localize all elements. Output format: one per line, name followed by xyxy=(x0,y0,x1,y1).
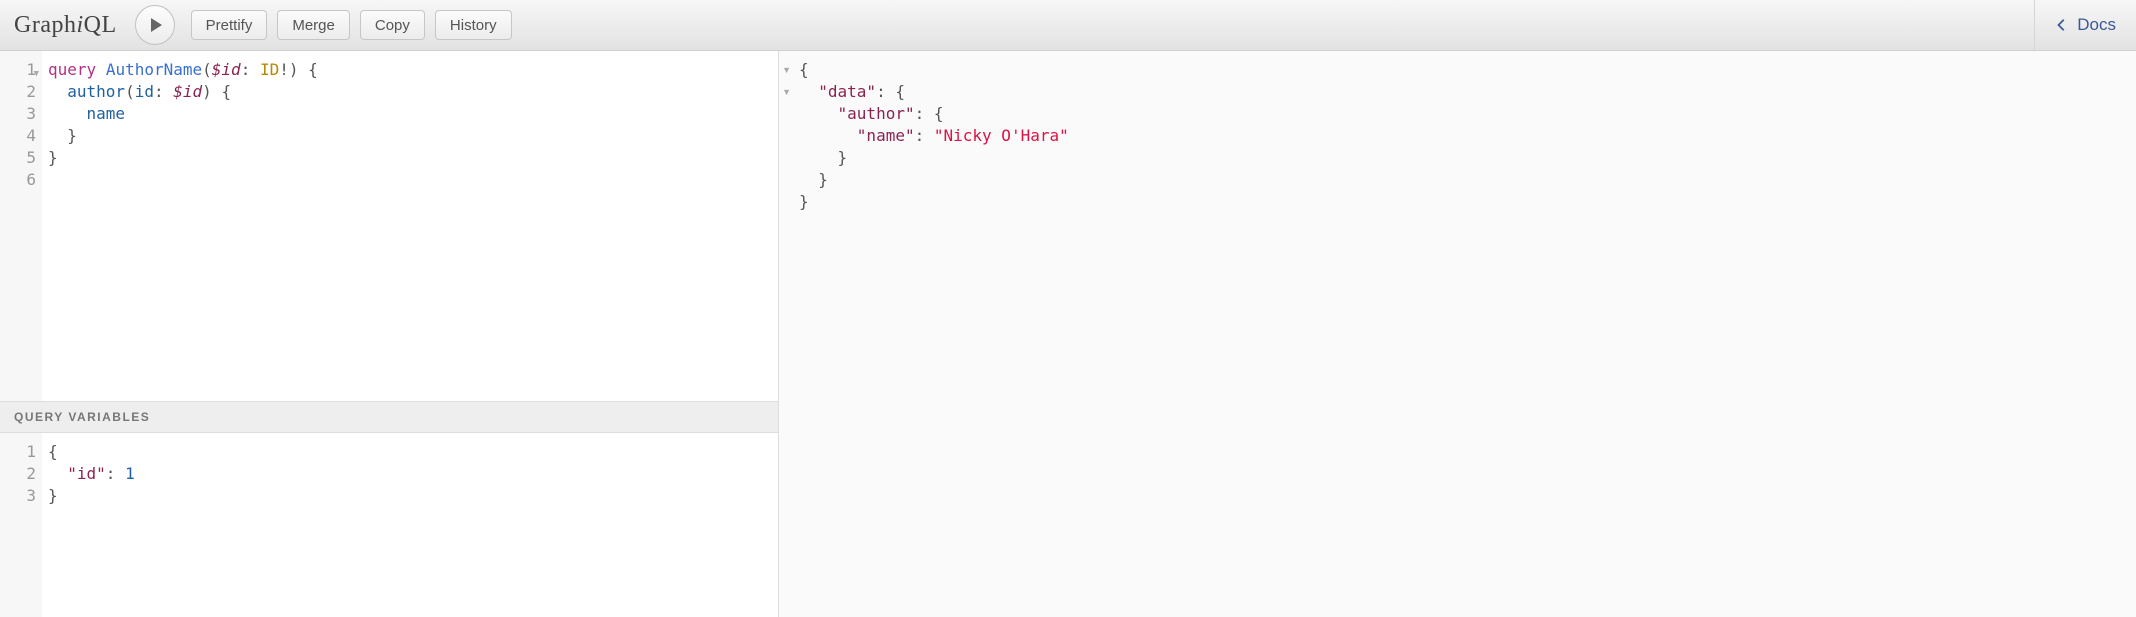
query-editor[interactable]: 1▼ 2 3 4 5 6 query AuthorName($id: ID!) … xyxy=(0,51,778,401)
vars-code[interactable]: { "id": 1 } xyxy=(42,433,778,617)
app-logo: GraphiQL xyxy=(14,12,117,39)
left-pane: 1▼ 2 3 4 5 6 query AuthorName($id: ID!) … xyxy=(0,51,779,617)
result-pane: ▼ ▼ { "data": { "author": { "name": "Nic… xyxy=(779,51,2136,617)
variables-editor[interactable]: 1 2 3 { "id": 1 } xyxy=(0,433,778,617)
docs-label: Docs xyxy=(2077,15,2116,35)
toolbar: GraphiQL Prettify Merge Copy History Doc… xyxy=(0,0,2136,51)
copy-button[interactable]: Copy xyxy=(360,10,425,40)
play-icon xyxy=(148,17,164,33)
result-code[interactable]: { "data": { "author": { "name": "Nicky O… xyxy=(793,51,1075,617)
execute-button[interactable] xyxy=(135,5,175,45)
query-code[interactable]: query AuthorName($id: ID!) { author(id: … xyxy=(42,51,778,401)
vars-gutter: 1 2 3 xyxy=(0,433,42,617)
prettify-button[interactable]: Prettify xyxy=(191,10,268,40)
result-gutter: ▼ ▼ xyxy=(779,51,793,617)
main-panes: 1▼ 2 3 4 5 6 query AuthorName($id: ID!) … xyxy=(0,51,2136,617)
query-variables-header[interactable]: Query Variables xyxy=(0,401,778,433)
history-button[interactable]: History xyxy=(435,10,512,40)
chevron-left-icon xyxy=(2055,18,2069,32)
docs-toggle[interactable]: Docs xyxy=(2034,0,2136,50)
merge-button[interactable]: Merge xyxy=(277,10,350,40)
query-gutter: 1▼ 2 3 4 5 6 xyxy=(0,51,42,401)
